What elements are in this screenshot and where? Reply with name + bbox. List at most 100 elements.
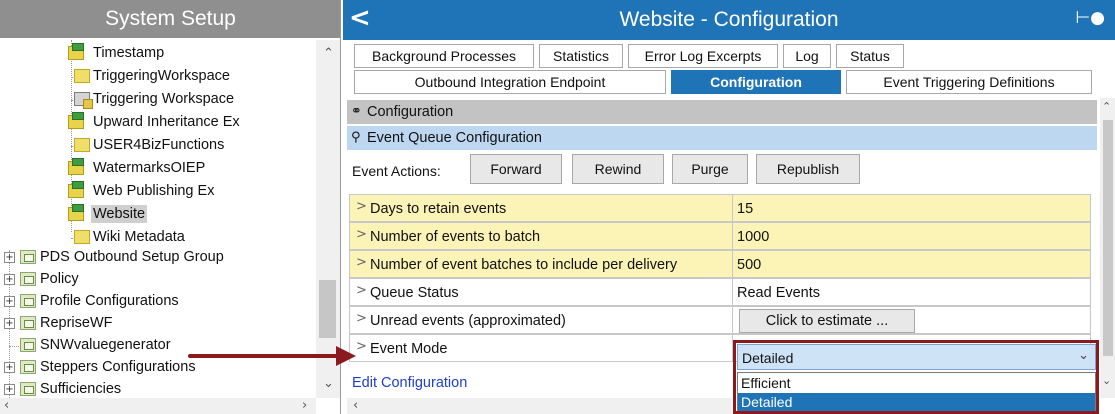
tree-item-watermarksoiep[interactable]: WatermarksOIEP: [0, 157, 316, 179]
tree-item-timestamp[interactable]: Timestamp: [0, 42, 316, 64]
pin-key-icon: ⚲: [351, 130, 361, 145]
expand-icon[interactable]: +: [4, 252, 15, 263]
expand-chevron-icon[interactable]: >: [356, 255, 367, 270]
tab-event-triggering-definitions[interactable]: Event Triggering Definitions: [846, 70, 1092, 94]
tree-item-label: Triggering Workspace: [93, 91, 235, 107]
tree-item-label: USER4BizFunctions: [93, 137, 225, 153]
panel-title: Website - Configuration: [619, 8, 839, 31]
expand-chevron-icon[interactable]: >: [356, 227, 367, 242]
yellow-file-icon: [74, 138, 90, 152]
scroll-down-icon[interactable]: ⌄: [1102, 374, 1111, 387]
tree-item-label: SNWvaluegenerator: [40, 337, 171, 353]
property-row-unread-events: > Unread events (approximated) Click to e…: [349, 306, 1091, 334]
property-row-batches-per-delivery[interactable]: > Number of event batches to include per …: [349, 250, 1091, 278]
expand-icon[interactable]: +: [4, 318, 15, 329]
tree-item-label: Steppers Configurations: [40, 359, 196, 375]
tree-item-upward-inheritance-ex[interactable]: Upward Inheritance Ex: [0, 111, 316, 133]
republish-button[interactable]: Republish: [756, 154, 860, 184]
pin-icon[interactable]: ⊢●: [1075, 8, 1105, 28]
property-row-events-to-batch[interactable]: > Number of events to batch 1000: [349, 222, 1091, 250]
annotation-highlight-frame: [733, 340, 1099, 414]
scroll-left-icon[interactable]: ‹: [353, 398, 358, 413]
scroll-up-icon[interactable]: ⌃: [1102, 100, 1111, 113]
yellow-file-icon: [74, 69, 90, 83]
folder-icon: [20, 316, 36, 330]
scroll-down-icon[interactable]: ⌄: [323, 376, 334, 391]
rewind-button[interactable]: Rewind: [572, 154, 664, 184]
expand-chevron-icon[interactable]: >: [356, 199, 367, 214]
green-file-icon: [68, 112, 84, 129]
edit-configuration-link[interactable]: Edit Configuration: [352, 374, 467, 392]
tree-item-sufficiencies[interactable]: + Sufficiencies: [0, 378, 316, 400]
tree-item-label: TriggeringWorkspace: [93, 68, 230, 84]
annotation-arrow-icon: [188, 346, 356, 366]
expand-icon[interactable]: +: [4, 296, 15, 307]
content-vertical-scrollbar[interactable]: ⌃ ⌄: [1100, 98, 1115, 398]
tree-item-label: Sufficiencies: [40, 381, 122, 397]
scroll-up-icon[interactable]: ⌃: [323, 46, 334, 61]
green-file-icon: [68, 158, 84, 175]
tree-item-label: Website: [91, 205, 148, 223]
tree-item-triggering-workspace[interactable]: Triggering Workspace: [0, 88, 316, 110]
folder-icon: [20, 250, 36, 264]
tree-item-label: Timestamp: [93, 45, 165, 61]
tab-background-processes[interactable]: Background Processes: [354, 44, 534, 68]
property-value[interactable]: 1000: [737, 228, 769, 246]
tree-item-web-publishing-ex[interactable]: Web Publishing Ex: [0, 180, 316, 202]
tab-log[interactable]: Log: [783, 44, 831, 68]
tab-outbound-integration-endpoint[interactable]: Outbound Integration Endpoint: [354, 70, 666, 94]
folder-icon: [20, 382, 36, 396]
expand-icon[interactable]: +: [4, 362, 15, 373]
tab-configuration[interactable]: Configuration: [671, 70, 841, 94]
tree-item-wiki-metadata[interactable]: Wiki Metadata: [0, 226, 316, 248]
expand-icon[interactable]: +: [4, 274, 15, 285]
tree-item-label: Web Publishing Ex: [93, 183, 215, 199]
property-row-queue-status: > Queue Status Read Events: [349, 278, 1091, 306]
tree-item-policy[interactable]: + Policy: [0, 268, 316, 290]
property-row-days-to-retain[interactable]: > Days to retain events 15: [349, 194, 1091, 222]
tree-item-label: Policy: [40, 271, 79, 287]
folder-icon: [20, 360, 36, 374]
yellow-file-icon: [74, 230, 90, 244]
scrollbar-thumb[interactable]: [319, 280, 336, 338]
scroll-right-icon[interactable]: ›: [302, 398, 307, 413]
collapse-key-icon: ⚭: [351, 104, 362, 119]
tab-statistics[interactable]: Statistics: [539, 44, 623, 68]
forward-button[interactable]: Forward: [470, 154, 562, 184]
property-value[interactable]: 500: [737, 256, 761, 274]
folder-icon: [20, 338, 36, 352]
tree-horizontal-scrollbar[interactable]: ‹ ›: [0, 398, 316, 414]
panel-header: Website - Configuration < ⊢●: [343, 0, 1115, 40]
tree-item-label: Wiki Metadata: [93, 229, 185, 245]
green-file-icon: [68, 204, 84, 221]
property-value[interactable]: 15: [737, 200, 753, 218]
tree-item-profile-configurations[interactable]: + Profile Configurations: [0, 290, 316, 312]
section-header-configuration[interactable]: ⚭ Configuration: [347, 100, 1097, 124]
tree-item-label: Upward Inheritance Ex: [93, 114, 240, 130]
green-file-icon: [68, 43, 84, 60]
back-icon[interactable]: <: [349, 1, 373, 37]
expand-chevron-icon[interactable]: >: [356, 283, 367, 298]
tree-item-label: WatermarksOIEP: [93, 160, 206, 176]
click-to-estimate-button[interactable]: Click to estimate ...: [739, 309, 915, 333]
folder-icon: [20, 294, 36, 308]
tree-item-reprisewf[interactable]: + RepriseWF: [0, 312, 316, 334]
green-file-icon: [68, 181, 84, 198]
property-value: Read Events: [737, 285, 821, 301]
tree-item-pds-outbound-setup-group[interactable]: + PDS Outbound Setup Group: [0, 246, 316, 268]
scrollbar-thumb[interactable]: [1103, 120, 1113, 356]
tree-item-label: RepriseWF: [40, 315, 113, 331]
tab-status[interactable]: Status: [836, 44, 904, 68]
content-horizontal-scrollbar[interactable]: ‹: [347, 398, 732, 414]
scroll-left-icon[interactable]: ‹: [4, 398, 9, 413]
purge-button[interactable]: Purge: [672, 154, 748, 184]
tree-item-label: Profile Configurations: [40, 293, 179, 309]
expand-chevron-icon[interactable]: >: [356, 311, 367, 326]
tab-error-log-excerpts[interactable]: Error Log Excerpts: [628, 44, 778, 68]
expand-icon[interactable]: +: [4, 384, 15, 395]
folder-icon: [20, 272, 36, 286]
tree-item-website[interactable]: Website: [0, 203, 316, 225]
tree-item-user4bizfunctions[interactable]: USER4BizFunctions: [0, 134, 316, 156]
section-header-event-queue[interactable]: ⚲ Event Queue Configuration: [347, 126, 1097, 150]
tree-item-triggeringworkspace[interactable]: TriggeringWorkspace: [0, 65, 316, 87]
